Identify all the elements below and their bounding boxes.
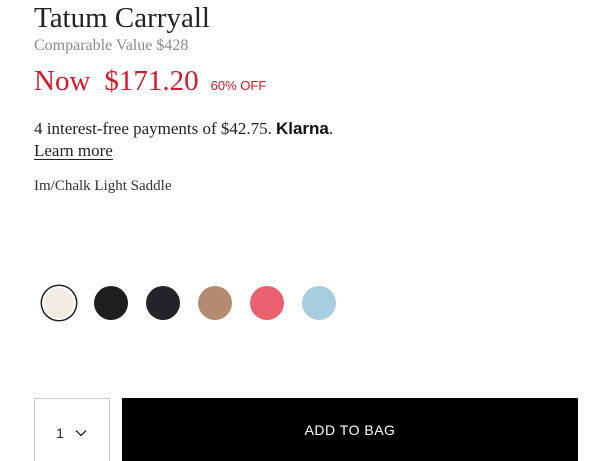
- comparable-label: Comparable Value: [34, 37, 153, 54]
- discount-badge: 60% OFF: [210, 78, 267, 93]
- color-swatch-black[interactable]: [94, 286, 128, 320]
- installment-text: 4 interest-free payments of $42.75.: [34, 119, 272, 138]
- selected-color-name: Im/Chalk Light Saddle: [34, 178, 172, 194]
- color-swatch-navy[interactable]: [146, 286, 180, 320]
- installment-suffix: .: [328, 119, 334, 138]
- quantity-select[interactable]: 1: [34, 398, 110, 461]
- klarna-logo: Klarna: [275, 119, 329, 138]
- sale-price: $171.20: [104, 65, 199, 97]
- color-swatch-saddle[interactable]: [198, 286, 232, 320]
- swatch-fill: [44, 288, 74, 318]
- product-title: Tatum Carryall: [34, 2, 210, 34]
- quantity-value: 1: [56, 425, 64, 441]
- comparable-price: $428: [156, 37, 189, 54]
- now-label: Now: [34, 65, 91, 97]
- color-swatch-pink[interactable]: [250, 286, 284, 320]
- sale-price-row: Now $171.20 60% OFF: [34, 62, 266, 102]
- chevron-down-icon: [75, 430, 87, 437]
- color-swatch-chalk[interactable]: [42, 286, 76, 320]
- add-to-bag-button[interactable]: ADD TO BAG: [122, 398, 578, 461]
- learn-more-link[interactable]: Learn more: [34, 140, 113, 162]
- klarna-payments: 4 interest-free payments of $42.75. Klarn…: [34, 118, 333, 140]
- color-swatch-light-blue[interactable]: [302, 286, 336, 320]
- add-to-bag-label: ADD TO BAG: [304, 422, 396, 438]
- comparable-value: Comparable Value $428: [34, 36, 188, 56]
